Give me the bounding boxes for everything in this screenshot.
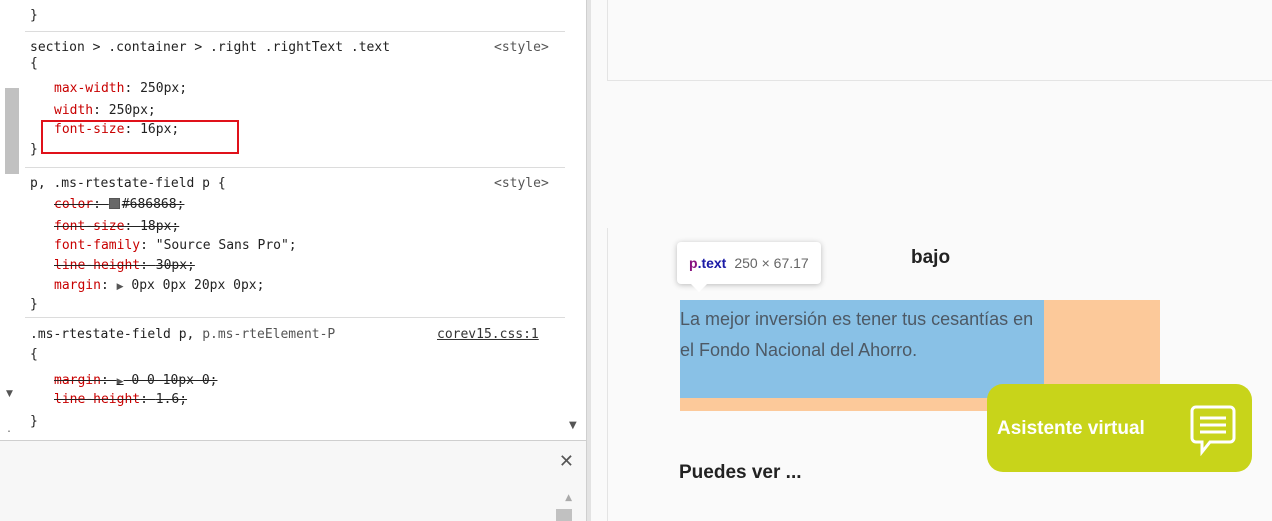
divider	[607, 228, 608, 521]
rule-selector[interactable]: .ms-rtestate-field p, p.ms-rteElement-P	[30, 327, 335, 343]
previous-rule: }	[25, 0, 565, 32]
gutter-scroll-thumb[interactable]	[5, 88, 19, 174]
rule-source: <style>	[494, 40, 549, 55]
styles-pane: } section > .container > .right .rightTe…	[25, 0, 565, 440]
close-icon[interactable]: ✕	[559, 451, 574, 472]
rule-source-link[interactable]: corev15.css:1	[437, 327, 539, 343]
declaration-color[interactable]: color: #686868;	[54, 197, 184, 213]
style-rule-ms-rtestate: .ms-rtestate-field p, p.ms-rteElement-P …	[25, 318, 565, 440]
rule-close-brace: }	[30, 414, 38, 429]
divider	[607, 0, 608, 80]
declaration-font-family[interactable]: font-family: "Source Sans Pro";	[54, 238, 297, 254]
declaration-width[interactable]: width: 250px;	[54, 103, 156, 119]
section-heading: bajo	[911, 247, 951, 268]
gutter-dot: .	[6, 424, 13, 435]
paragraph-text: La mejor inversión es tener tus cesantía…	[680, 309, 1034, 360]
assistant-label: Asistente virtual	[997, 418, 1145, 439]
scroll-down-arrow-icon[interactable]: ▼	[569, 420, 577, 431]
declaration-font-size[interactable]: font-size: 18px;	[54, 219, 179, 235]
rule-close-brace: }	[30, 142, 38, 157]
element-inspect-tooltip: p.text 250 × 67.17	[677, 242, 821, 292]
rule-close-brace: }	[30, 297, 38, 312]
declaration-line-height[interactable]: line-height: 30px;	[54, 258, 195, 274]
font-size-highlight-box	[41, 120, 239, 154]
rule-open-brace: {	[30, 347, 38, 362]
style-rule-p: p, .ms-rtestate-field p { <style> color:…	[25, 168, 565, 318]
tooltip-selector: p.text	[689, 255, 727, 271]
expand-triangle-icon[interactable]: ▶	[117, 282, 124, 292]
rule-open-brace: {	[30, 56, 38, 71]
devtools-panel: ▼ . } section > .container > .right .rig…	[0, 0, 591, 521]
virtual-assistant-button[interactable]: Asistente virtual	[987, 384, 1252, 472]
chat-bubble-icon	[1190, 405, 1236, 456]
rule-source: <style>	[494, 176, 549, 191]
rule-selector[interactable]: section > .container > .right .rightText…	[30, 40, 390, 56]
left-gutter: ▼ .	[0, 0, 25, 440]
previous-rule-close: }	[30, 8, 38, 23]
webpage-viewport: bajo La mejor inversión es tener tus ces…	[591, 0, 1272, 521]
declaration-margin[interactable]: margin: ▶ 0 0 10px 0;	[54, 373, 217, 390]
divider	[607, 80, 1272, 81]
devtools-drawer: ✕ ▲	[0, 440, 591, 521]
section-heading-2: Puedes ver ...	[679, 462, 802, 483]
declaration-line-height[interactable]: line-height: 1.6;	[54, 392, 187, 408]
tooltip-dimensions: 250 × 67.17	[734, 255, 809, 271]
gutter-down-arrow-icon[interactable]: ▼	[6, 389, 13, 399]
color-swatch-icon[interactable]	[108, 198, 120, 209]
styles-scrollbar[interactable]: ▼	[565, 0, 585, 440]
drawer-scroll-thumb[interactable]	[556, 509, 572, 521]
declaration-margin[interactable]: margin: ▶ 0px 0px 20px 0px;	[54, 278, 264, 295]
scroll-up-arrow-icon[interactable]: ▲	[565, 493, 572, 503]
expand-triangle-icon[interactable]: ▶	[117, 377, 124, 387]
rule-selector[interactable]: p, .ms-rtestate-field p {	[30, 176, 226, 192]
declaration-max-width[interactable]: max-width: 250px;	[54, 81, 187, 97]
